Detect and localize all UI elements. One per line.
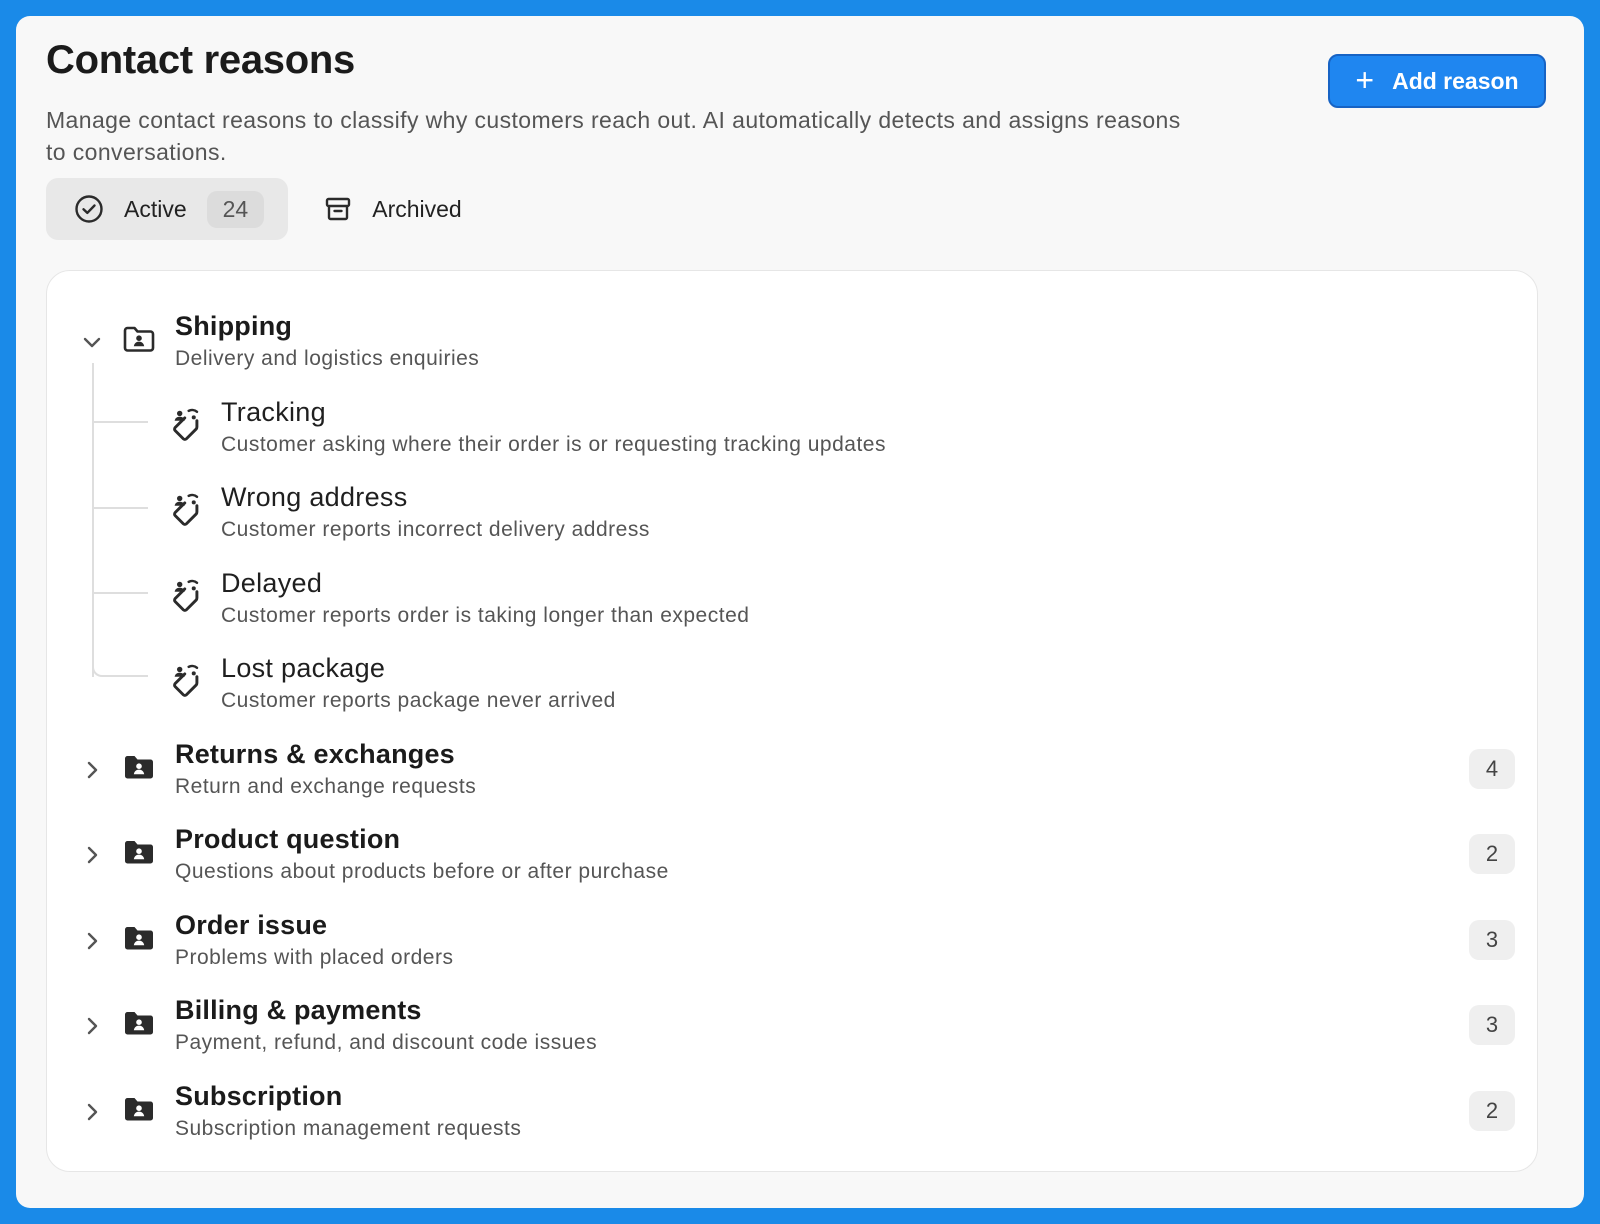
add-reason-button[interactable]: + Add reason [1328, 54, 1546, 108]
tab-active[interactable]: Active 24 [46, 178, 289, 240]
group-description: Questions about products before or after… [175, 860, 669, 883]
group-description: Delivery and logistics enquiries [175, 347, 480, 370]
folder-user-icon [125, 841, 153, 864]
reason-row-delayed[interactable]: Delayed Customer reports order is taking… [47, 568, 1537, 648]
contact-reasons-window: Contact reasons Manage contact reasons t… [16, 16, 1584, 1208]
group-title: Subscription [175, 1081, 343, 1111]
tab-archived[interactable]: Archived [302, 178, 485, 240]
tab-active-count: 24 [206, 190, 265, 228]
reason-title: Delayed [221, 568, 323, 598]
add-reason-label: Add reason [1392, 67, 1519, 94]
group-row-order-issue[interactable]: Order issue Problems with placed orders … [47, 910, 1537, 990]
chevron-right-icon[interactable] [81, 759, 103, 781]
folder-user-icon [125, 1098, 153, 1121]
group-row-product-question[interactable]: Product question Questions about product… [47, 824, 1537, 904]
page-description: Manage contact reasons to classify why c… [46, 107, 1181, 165]
group-row-returns-exchanges[interactable]: Returns & exchanges Return and exchange … [47, 739, 1537, 819]
count-badge: 3 [1469, 1005, 1515, 1045]
chevron-right-icon[interactable] [81, 1101, 103, 1123]
group-row-billing-payments[interactable]: Billing & payments Payment, refund, and … [47, 995, 1537, 1075]
group-row-subscription[interactable]: Subscription Subscription management req… [47, 1081, 1537, 1161]
reason-title: Tracking [221, 397, 326, 427]
tag-user-icon [173, 664, 199, 697]
count-badge: 2 [1469, 834, 1515, 874]
group-row-shipping[interactable]: Shipping Delivery and logistics enquirie… [47, 311, 1537, 391]
reason-row-lost-package[interactable]: Lost package Customer reports package ne… [47, 653, 1537, 733]
group-description: Payment, refund, and discount code issue… [175, 1031, 598, 1054]
reason-title: Wrong address [221, 482, 408, 512]
group-description: Return and exchange requests [175, 775, 477, 798]
reason-description: Customer reports incorrect delivery addr… [221, 518, 650, 541]
plus-icon: + [1355, 61, 1375, 98]
count-badge: 2 [1469, 1091, 1515, 1131]
count-badge: 4 [1469, 749, 1515, 789]
status-tabs: Active 24 Archived [46, 178, 486, 240]
page-header: Contact reasons Manage contact reasons t… [46, 38, 1546, 165]
group-title: Billing & payments [175, 995, 422, 1025]
folder-user-icon [125, 756, 153, 779]
folder-user-icon [125, 927, 153, 950]
group-title: Order issue [175, 910, 328, 940]
count-badge: 3 [1469, 920, 1515, 960]
tab-archived-label: Archived [372, 195, 462, 222]
check-circle-icon [74, 194, 104, 224]
tag-user-icon [173, 579, 199, 612]
tag-user-icon [173, 408, 199, 441]
reason-description: Customer asking where their order is or … [221, 433, 886, 456]
folder-user-icon [125, 1012, 153, 1035]
reasons-list: Shipping Delivery and logistics enquirie… [46, 270, 1538, 1172]
chevron-right-icon[interactable] [81, 844, 103, 866]
reason-description: Customer reports package never arrived [221, 689, 616, 712]
page-title: Contact reasons [46, 38, 355, 82]
reason-row-wrong-address[interactable]: Wrong address Customer reports incorrect… [47, 482, 1537, 562]
archive-box-icon [324, 195, 352, 223]
group-description: Subscription management requests [175, 1117, 522, 1140]
tab-active-label: Active [124, 195, 187, 222]
group-description: Problems with placed orders [175, 946, 454, 969]
chevron-right-icon[interactable] [81, 1015, 103, 1037]
tag-user-icon [173, 493, 199, 526]
reason-title: Lost package [221, 653, 386, 683]
group-title: Product question [175, 824, 401, 854]
reason-description: Customer reports order is taking longer … [221, 604, 750, 627]
chevron-right-icon[interactable] [81, 930, 103, 952]
group-title: Shipping [175, 311, 293, 341]
chevron-down-icon[interactable] [81, 331, 103, 353]
reason-row-tracking[interactable]: Tracking Customer asking where their ord… [47, 397, 1537, 477]
folder-user-icon [123, 326, 155, 352]
group-title: Returns & exchanges [175, 739, 455, 769]
